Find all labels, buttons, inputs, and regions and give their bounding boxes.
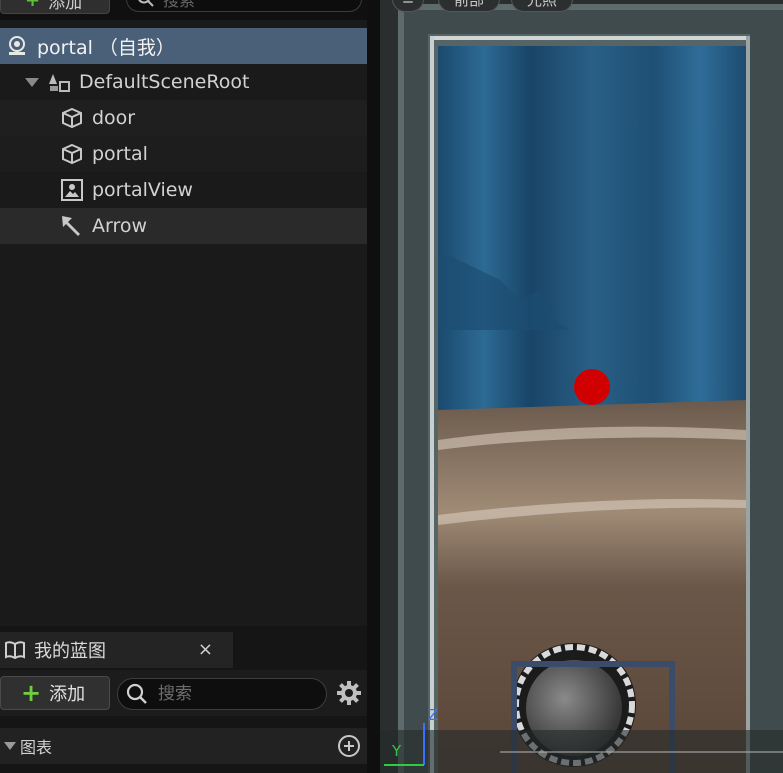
plus-icon: + [21, 679, 42, 707]
tree-item-portal[interactable]: portal [0, 136, 367, 172]
components-panel: + 添加 搜索 portal （自我） DefaultSceneRoot doo… [0, 0, 375, 773]
section-label: 图表 [20, 738, 53, 757]
close-icon[interactable]: × [198, 639, 213, 660]
lighting-mode-label: 光照 [527, 0, 557, 10]
gear-icon[interactable] [336, 680, 362, 706]
book-icon [4, 640, 26, 660]
search-icon [126, 683, 147, 704]
static-mesh-icon [60, 142, 84, 166]
my-blueprint-panel: 我的蓝图 × + 添加 搜索 图表 [0, 626, 375, 773]
search-input[interactable] [158, 684, 308, 704]
static-mesh-icon [60, 106, 84, 130]
add-graph-icon[interactable] [337, 734, 361, 758]
component-search-input[interactable]: 搜索 [126, 0, 362, 12]
blueprint-toolbar: + 添加 [0, 670, 375, 716]
tab-my-blueprint[interactable]: 我的蓝图 × [0, 632, 233, 668]
tree-item-label: portal （自我） [37, 36, 175, 59]
actor-icon [5, 34, 29, 58]
chevron-down-icon[interactable] [25, 77, 39, 87]
scene-capture-icon [60, 178, 84, 202]
scene-root-icon [47, 70, 71, 94]
tree-item-portalview[interactable]: portalView [0, 172, 367, 208]
axis-y-label: Y [392, 742, 402, 760]
viewport[interactable]: ≡ 前部 光照 Z Y [380, 0, 783, 773]
arrow-icon [60, 214, 84, 238]
tree-item-portal-self[interactable]: portal （自我） [0, 28, 367, 64]
panel-divider[interactable] [367, 0, 380, 773]
view-mode-button[interactable]: 前部 [438, 0, 500, 12]
tree-item-label: door [92, 107, 136, 129]
view-mode-label: 前部 [454, 0, 484, 10]
section-graphs[interactable]: 图表 [0, 728, 375, 764]
component-search-placeholder: 搜索 [163, 0, 196, 10]
blueprint-search[interactable] [117, 678, 327, 710]
component-tree: portal （自我） DefaultSceneRoot door portal… [0, 28, 367, 244]
lighting-mode-button[interactable]: 光照 [511, 0, 573, 12]
tree-item-label: portal [92, 143, 148, 165]
viewport-scene [380, 0, 783, 773]
search-icon [138, 0, 154, 7]
tab-label: 我的蓝图 [34, 641, 106, 662]
add-button[interactable]: + 添加 [0, 676, 110, 710]
add-component-button[interactable]: + 添加 [0, 0, 110, 14]
tree-item-label: Arrow [92, 215, 148, 237]
tree-item-label: DefaultSceneRoot [79, 71, 250, 93]
tree-item-door[interactable]: door [0, 100, 367, 136]
add-component-label: 添加 [48, 0, 83, 13]
tree-item-label: portalView [92, 179, 193, 201]
axis-z-label: Z [428, 706, 439, 724]
tree-item-defaultsceneroot[interactable]: DefaultSceneRoot [0, 64, 367, 100]
add-button-label: 添加 [49, 684, 86, 705]
chevron-down-icon[interactable] [4, 742, 16, 750]
plus-icon: + [25, 0, 41, 11]
tree-item-arrow[interactable]: Arrow [0, 208, 367, 244]
